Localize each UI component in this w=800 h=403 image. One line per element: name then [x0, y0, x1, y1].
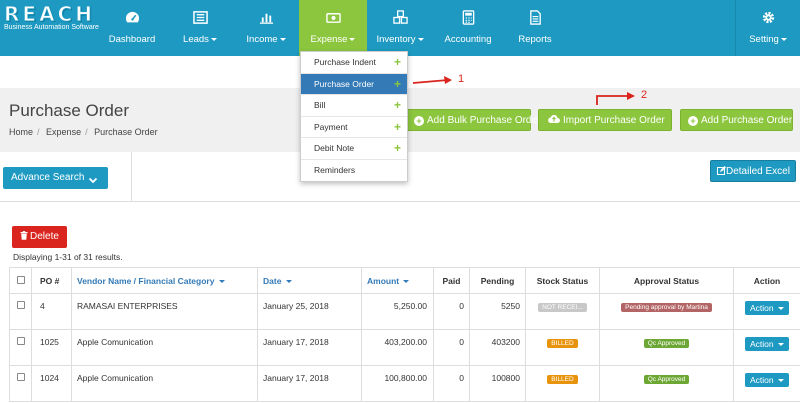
annotation-overlay: [412, 76, 635, 105]
annotation-arrow-2: [596, 92, 635, 105]
annotation-label-2: 2: [641, 89, 648, 101]
annotation-arrow-1: [412, 76, 452, 84]
annotation-label-1: 1: [458, 73, 465, 85]
